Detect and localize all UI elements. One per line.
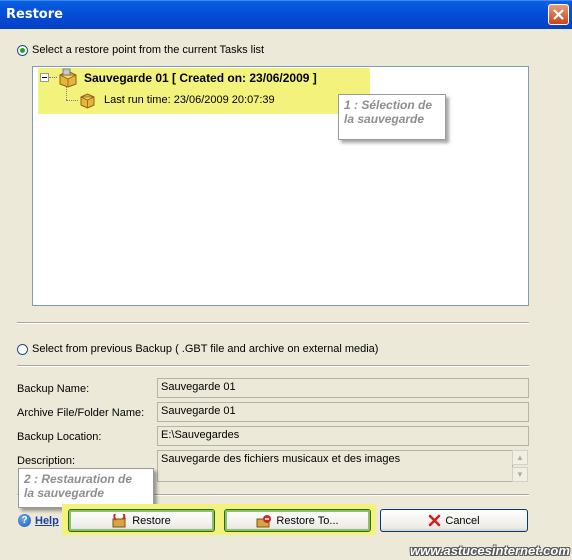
- scroll-down-icon[interactable]: ▼: [512, 467, 528, 482]
- backup-task-icon: [59, 68, 77, 88]
- backup-node[interactable]: Sauvegarde 01 [ Created on: 23/06/2009 ]: [84, 71, 317, 85]
- callout-selection: 1 : Sélection de la sauvegarde: [338, 94, 446, 140]
- tree-connector: [49, 77, 57, 78]
- restore-point-radio[interactable]: [17, 45, 28, 56]
- scroll-up-icon[interactable]: ▲: [512, 450, 528, 465]
- separator: [17, 365, 529, 367]
- archive-name-field[interactable]: Sauvegarde 01: [157, 402, 529, 422]
- backup-name-label: Backup Name:: [17, 383, 90, 395]
- restore-to-button[interactable]: Restore To...: [224, 509, 371, 532]
- last-run-node[interactable]: Last run time: 23/06/2009 20:07:39: [104, 94, 275, 106]
- description-label: Description:: [17, 455, 76, 467]
- cancel-button[interactable]: Cancel: [380, 509, 528, 532]
- backup-location-field[interactable]: E:\Sauvegardes: [157, 426, 529, 446]
- archive-box-icon: [80, 93, 95, 109]
- restore-button-label: Restore: [132, 514, 171, 527]
- title-bar: Restore: [0, 0, 572, 29]
- tree-connector: [66, 100, 78, 101]
- collapse-icon[interactable]: [40, 73, 49, 82]
- window-title: Restore: [6, 7, 63, 22]
- previous-backup-label: Select from previous Backup ( .GBT file …: [32, 343, 379, 355]
- restore-to-button-label: Restore To...: [276, 514, 339, 527]
- description-scrollbar[interactable]: ▲ ▼: [512, 450, 528, 482]
- archive-name-label: Archive File/Folder Name:: [17, 407, 145, 419]
- callout-restore-line2: la sauvegarde: [24, 486, 105, 500]
- backup-name-field[interactable]: Sauvegarde 01: [157, 378, 529, 398]
- restore-to-icon: [256, 514, 272, 527]
- callout-restore-line1: 2 : Restauration de: [24, 472, 133, 486]
- restore-button[interactable]: Restore: [68, 509, 215, 532]
- callout-selection-line1: 1 : Sélection de: [344, 98, 433, 112]
- cancel-button-label: Cancel: [445, 514, 480, 527]
- help-icon[interactable]: ?: [18, 514, 31, 527]
- backup-location-label: Backup Location:: [17, 431, 102, 443]
- callout-selection-line2: la sauvegarde: [344, 112, 425, 126]
- separator: [17, 322, 529, 324]
- callout-restore: 2 : Restauration de la sauvegarde: [18, 468, 154, 508]
- restore-point-label: Select a restore point from the current …: [32, 44, 265, 56]
- help-link[interactable]: Help: [35, 515, 59, 527]
- previous-backup-radio[interactable]: [17, 344, 28, 355]
- restore-icon: [112, 513, 127, 527]
- close-button[interactable]: [548, 4, 569, 25]
- description-field[interactable]: Sauvegarde des fichiers musicaux et des …: [157, 450, 513, 482]
- watermark: www.astucesinternet.com: [410, 543, 570, 558]
- cancel-icon: [429, 514, 441, 527]
- close-icon: [553, 9, 564, 20]
- tree-connector: [66, 87, 67, 100]
